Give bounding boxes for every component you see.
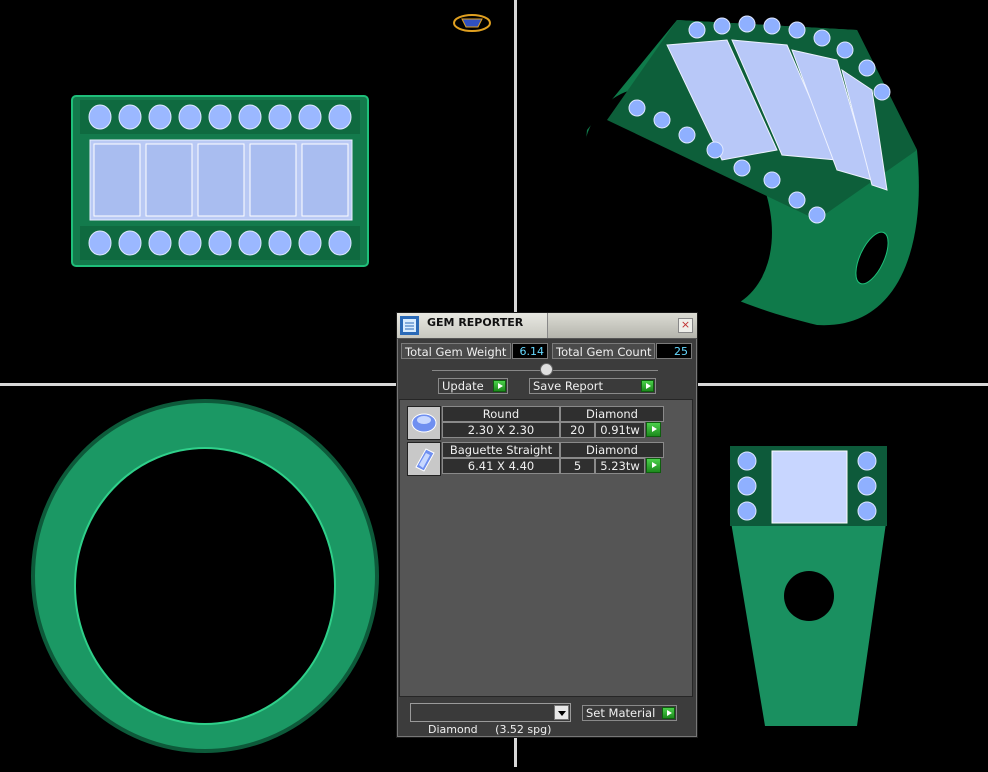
panel-slider-handle[interactable] [540, 363, 553, 376]
save-report-button[interactable]: Save Report [529, 378, 656, 394]
gem-shape: Round [442, 406, 560, 422]
play-arrow-icon [493, 380, 506, 392]
close-button[interactable]: × [678, 318, 693, 333]
update-button[interactable]: Update [438, 378, 508, 394]
gem-weight: 5.23tw [595, 458, 645, 474]
total-gem-weight-value: 6.14 [512, 343, 548, 359]
panel-titlebar[interactable]: GEM REPORTER × [397, 313, 697, 339]
gem-list: Round Diamond 2.30 X 2.30 20 0.91tw Bagu… [399, 399, 693, 697]
gem-reporter-panel: GEM REPORTER × Total Gem Weight 6.14 Tot… [396, 312, 698, 738]
gem-size: 6.41 X 4.40 [442, 458, 560, 474]
total-gem-count-label: Total Gem Count [552, 343, 655, 359]
gem-material: Diamond [560, 406, 664, 422]
set-material-label: Set Material [586, 706, 656, 720]
material-select[interactable]: Diamond (3.52 spg) [410, 703, 571, 736]
round-gem-icon [407, 406, 441, 440]
gem-count: 20 [560, 422, 595, 438]
gem-weight: 0.91tw [595, 422, 645, 438]
save-report-label: Save Report [533, 379, 604, 393]
set-material-button[interactable]: Set Material [582, 705, 677, 721]
app-logo-icon [453, 14, 491, 32]
panel-title: GEM REPORTER [427, 316, 524, 329]
total-gem-weight-label: Total Gem Weight [401, 343, 511, 359]
baguette-gem-icon [407, 442, 441, 476]
gem-material: Diamond [560, 442, 664, 458]
gem-size: 2.30 X 2.30 [442, 422, 560, 438]
total-gem-count-value: 25 [656, 343, 692, 359]
gem-shape: Baguette Straight [442, 442, 560, 458]
gem-reporter-icon [400, 316, 419, 335]
title-tab: GEM REPORTER [397, 313, 548, 338]
gem-row-action-button[interactable] [646, 458, 661, 473]
chevron-down-icon [554, 705, 569, 720]
update-label: Update [442, 379, 484, 393]
play-arrow-icon [641, 380, 654, 392]
gem-count: 5 [560, 458, 595, 474]
gem-row-action-button[interactable] [646, 422, 661, 437]
play-arrow-icon [662, 707, 675, 719]
material-select-value: Diamond (3.52 spg) [428, 723, 552, 736]
